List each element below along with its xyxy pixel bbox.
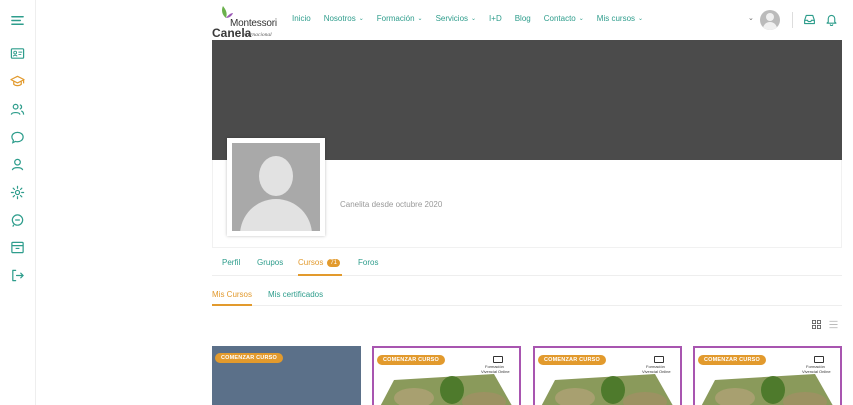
- logout-icon[interactable]: [10, 268, 25, 283]
- course-brand-mark: Formación Vivencial Online: [802, 356, 836, 376]
- grid-view-icon[interactable]: [812, 320, 821, 329]
- tab-foros[interactable]: Foros: [358, 258, 378, 267]
- start-course-ribbon[interactable]: COMENZAR CURSO: [698, 355, 766, 365]
- archive-icon[interactable]: [10, 240, 25, 255]
- laptop-icon: [814, 356, 824, 363]
- leaf-logo-icon: [222, 6, 233, 18]
- inbox-icon[interactable]: [803, 13, 816, 26]
- laptop-icon: [654, 356, 664, 363]
- avatar-body: [240, 199, 312, 231]
- nav-item-servicios[interactable]: Servicios ⌄: [436, 14, 476, 23]
- logo-text-internacional: internacional: [242, 32, 272, 38]
- menu-icon[interactable]: [10, 13, 25, 28]
- avatar-placeholder-icon: [232, 143, 320, 231]
- course-card[interactable]: COMENZAR CURSO Formación Vivencial Onlin…: [533, 346, 682, 405]
- course-subtabs: Mis Cursos Mis certificados: [212, 284, 842, 306]
- logo[interactable]: Montessori Canela internacional: [212, 4, 282, 40]
- nav-item-id[interactable]: I+D: [489, 14, 502, 23]
- tab-perfil[interactable]: Perfil: [222, 258, 240, 267]
- graduation-cap-icon[interactable]: [10, 74, 25, 89]
- member-since-text: Canelita desde octubre 2020: [340, 200, 443, 209]
- start-course-ribbon[interactable]: COMENZAR CURSO: [377, 355, 445, 365]
- course-card[interactable]: COMENZAR CURSO: [212, 346, 361, 405]
- left-sidebar: [0, 0, 36, 405]
- message-icon[interactable]: [10, 213, 25, 228]
- mark-text: Vivencial Online: [802, 369, 831, 374]
- start-course-ribbon[interactable]: COMENZAR CURSO: [538, 355, 606, 365]
- user-avatar[interactable]: [760, 10, 780, 30]
- subtab-mis-cursos[interactable]: Mis Cursos: [212, 290, 252, 299]
- tab-grupos[interactable]: Grupos: [257, 258, 283, 267]
- nav-item-nosotros[interactable]: Nosotros ⌄: [324, 14, 364, 23]
- bell-icon[interactable]: [825, 13, 838, 26]
- chevron-down-icon: ⌄: [578, 16, 584, 22]
- nav-label: Inicio: [292, 14, 311, 23]
- cursos-count-badge: 71: [327, 259, 341, 267]
- active-tab-indicator: [298, 274, 342, 276]
- nav-item-blog[interactable]: Blog: [515, 14, 531, 23]
- nav-label: Contacto: [543, 14, 576, 23]
- chevron-down-icon: ⌄: [638, 16, 644, 22]
- profile-tabs: Perfil Grupos Cursos 71 Foros: [212, 248, 842, 276]
- avatar-head: [259, 156, 293, 196]
- nav-label: Servicios: [435, 14, 469, 23]
- main-nav: Inicio Nosotros ⌄ Formación ⌄ Servicios ⌄ I…: [292, 14, 656, 23]
- nav-item-mis-cursos[interactable]: Mis cursos ⌄: [597, 14, 643, 23]
- gear-icon[interactable]: [10, 185, 25, 200]
- chevron-down-icon: ⌄: [358, 16, 364, 22]
- list-view-icon[interactable]: [829, 320, 838, 329]
- user-menu-chevron-icon[interactable]: ⌄: [748, 14, 754, 22]
- chevron-down-icon: ⌄: [471, 16, 477, 22]
- mark-text: Vivencial Online: [642, 369, 671, 374]
- tab-cursos[interactable]: Cursos 71: [298, 258, 341, 267]
- tab-cursos-label: Cursos: [298, 258, 324, 267]
- user-icon[interactable]: [10, 157, 25, 172]
- course-brand-mark: Formación Vivencial Online: [481, 356, 515, 376]
- top-header: Montessori Canela internacional Inicio N…: [36, 0, 853, 40]
- chevron-down-icon: ⌄: [417, 16, 423, 22]
- nav-label: Nosotros: [323, 14, 356, 23]
- header-divider: [792, 12, 793, 28]
- nav-label: Formación: [376, 14, 415, 23]
- start-course-ribbon[interactable]: COMENZAR CURSO: [215, 353, 283, 363]
- course-brand-mark: Formación Vivencial Online: [642, 356, 676, 376]
- avatar-body: [763, 22, 777, 30]
- subtab-mis-certificados[interactable]: Mis certificados: [268, 290, 323, 299]
- users-icon[interactable]: [10, 102, 25, 117]
- nav-item-contacto[interactable]: Contacto ⌄: [544, 14, 584, 23]
- course-card[interactable]: COMENZAR CURSO Formación Vivencial Onlin…: [372, 346, 521, 405]
- active-subtab-indicator: [212, 304, 252, 306]
- laptop-icon: [493, 356, 503, 363]
- mark-text: Vivencial Online: [481, 369, 510, 374]
- chat-icon[interactable]: [10, 130, 25, 145]
- nav-item-formacion[interactable]: Formación ⌄: [377, 14, 423, 23]
- nav-item-inicio[interactable]: Inicio: [292, 14, 311, 23]
- nav-label: Blog: [514, 14, 531, 23]
- nav-label: I+D: [489, 14, 502, 23]
- course-card[interactable]: COMENZAR CURSO Formación Vivencial Onlin…: [693, 346, 842, 405]
- avatar-head: [766, 13, 774, 21]
- profile-avatar[interactable]: [227, 138, 325, 236]
- id-card-icon[interactable]: [10, 46, 25, 61]
- nav-label: Mis cursos: [596, 14, 636, 23]
